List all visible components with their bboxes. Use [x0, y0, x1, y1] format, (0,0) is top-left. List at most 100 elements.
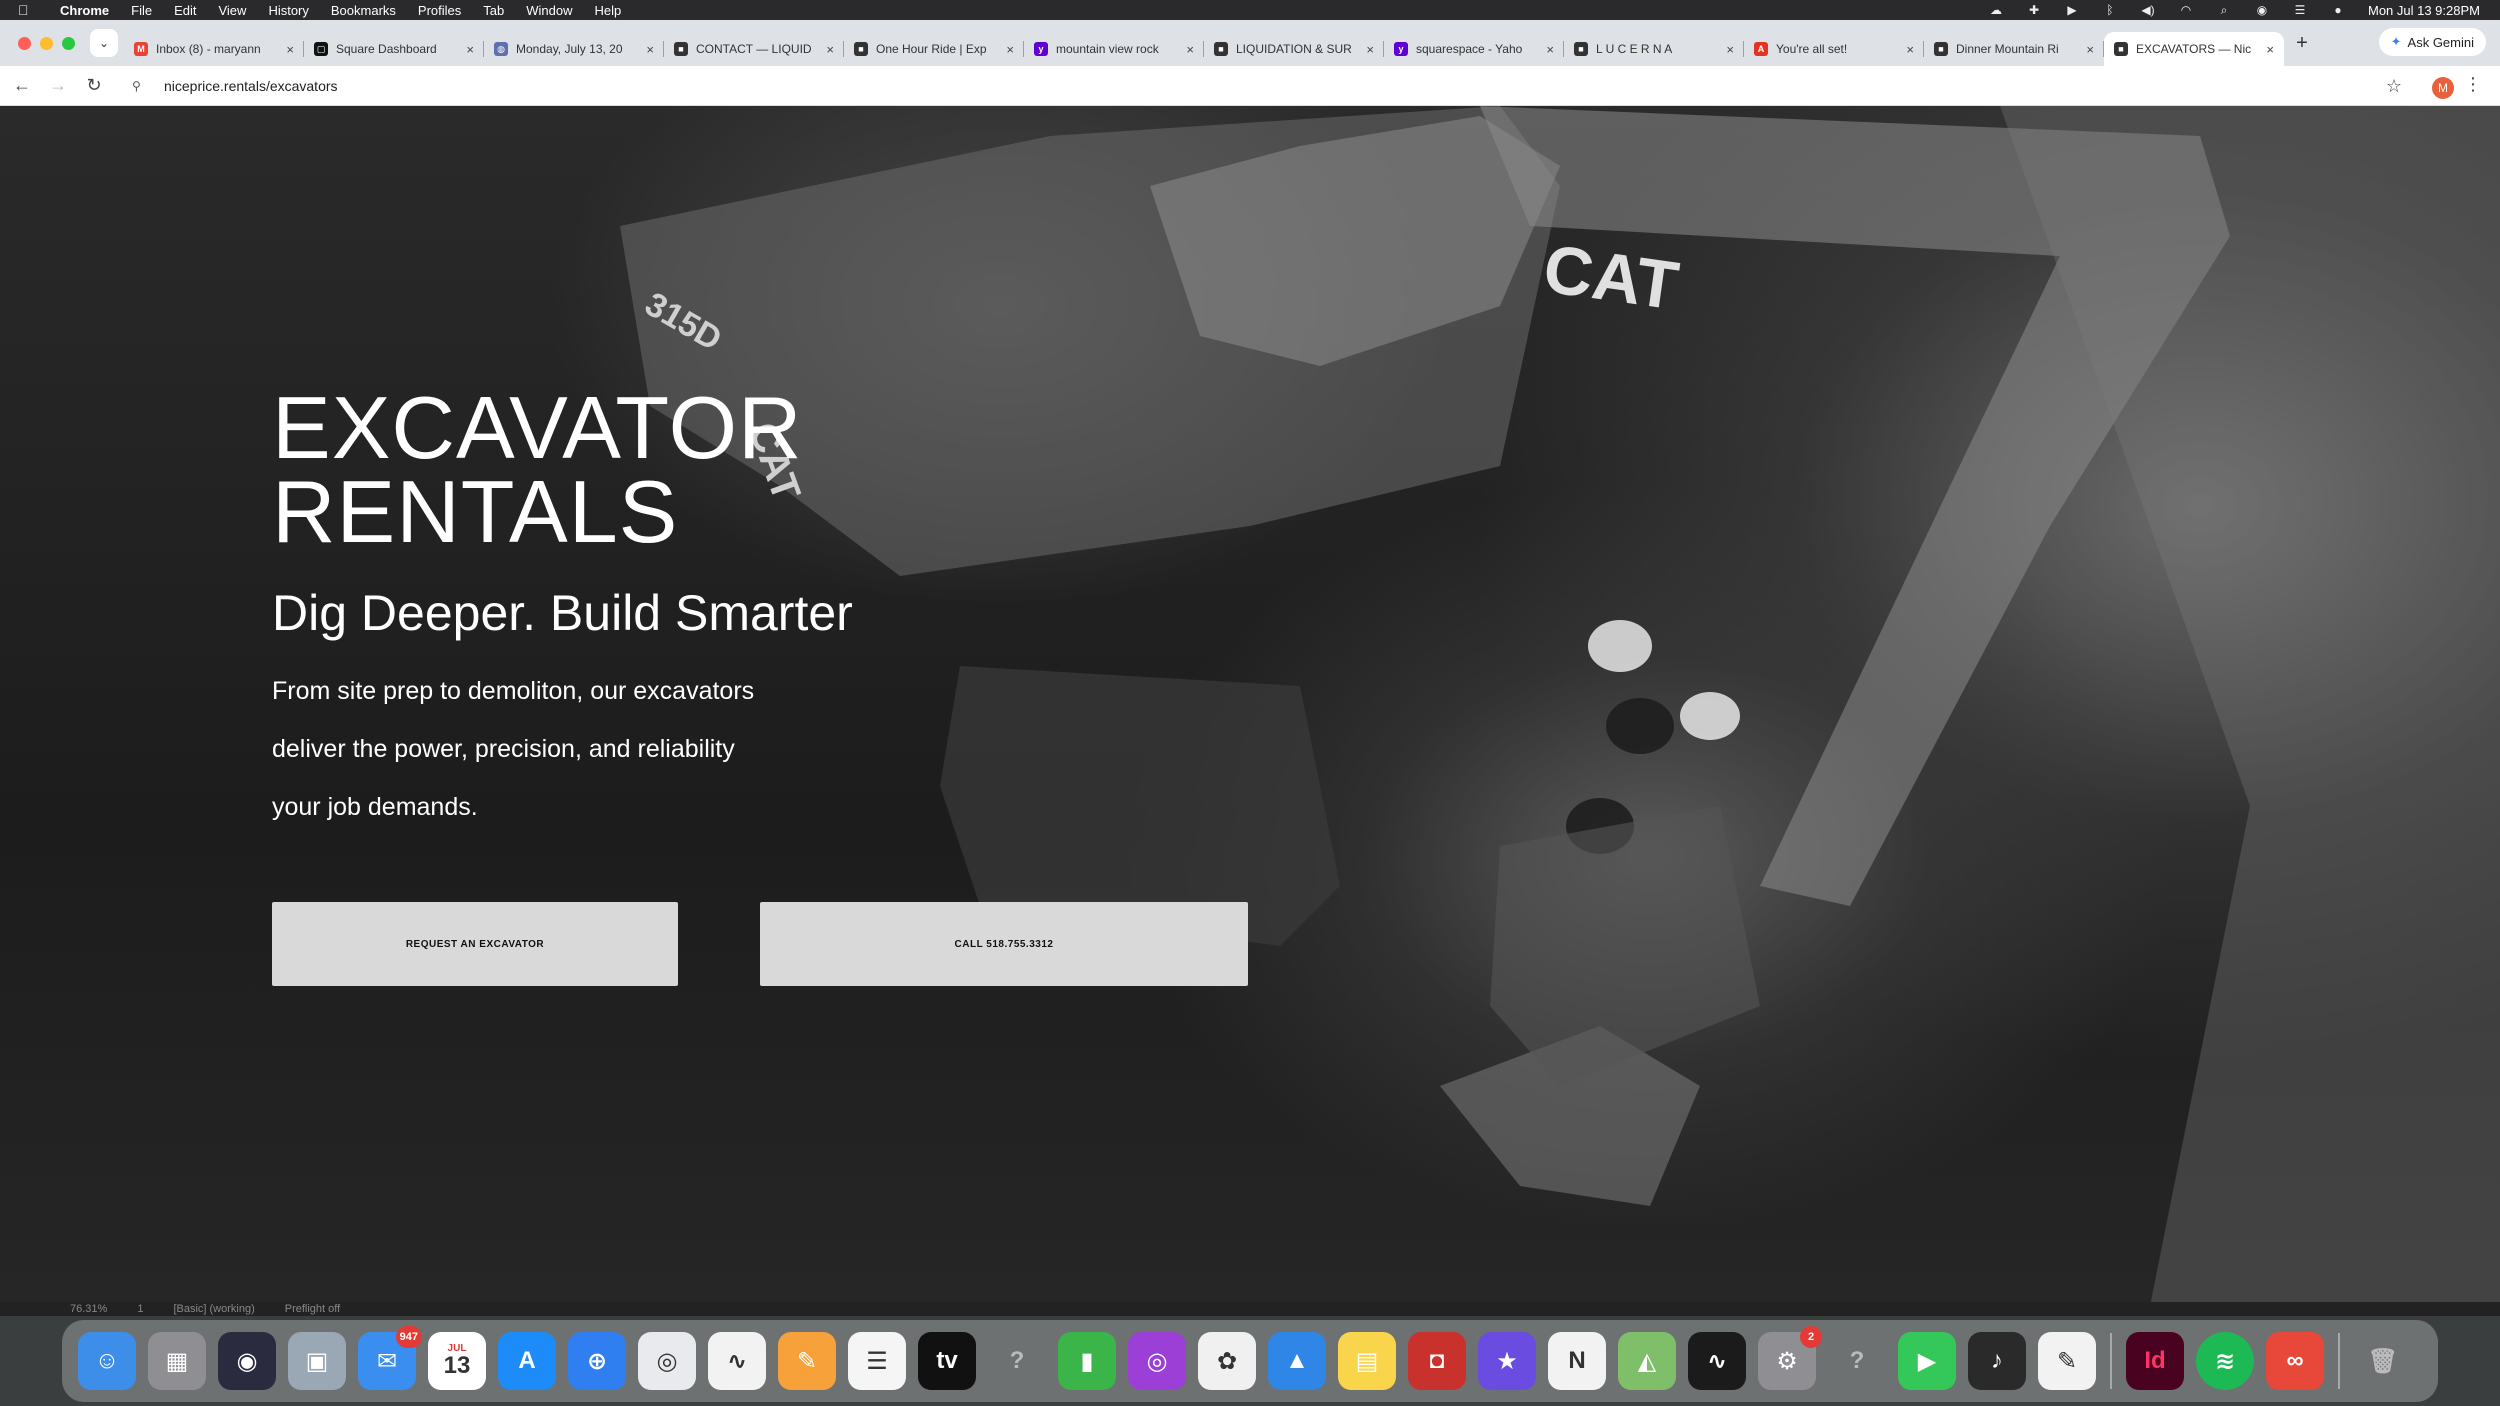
- system-settings-icon[interactable]: ⚙ 2: [1758, 1326, 1822, 1390]
- creative-cloud-icon[interactable]: ∞: [2266, 1332, 2324, 1390]
- browser-menu-icon[interactable]: ⋮: [2464, 74, 2482, 95]
- tab[interactable]: y squarespace - Yaho ×: [1384, 32, 1564, 66]
- photos-icon[interactable]: ✿: [1198, 1332, 1256, 1390]
- zoom-window-button[interactable]: [62, 36, 75, 50]
- news-icon[interactable]: N: [1548, 1332, 1606, 1390]
- tab-close-icon[interactable]: ×: [1186, 42, 1194, 57]
- tab[interactable]: y mountain view rock ×: [1024, 32, 1204, 66]
- address-bar[interactable]: ⚲ niceprice.rentals/excavators: [120, 70, 2450, 102]
- spotlight-search-icon[interactable]: ⌕: [2216, 3, 2232, 17]
- siri-menubar-icon[interactable]: ●: [2330, 3, 2346, 17]
- ask-gemini-button[interactable]: ✦ Ask Gemini: [2378, 28, 2486, 56]
- podcasts-icon[interactable]: ◎: [1128, 1332, 1186, 1390]
- apple-tv-icon[interactable]: tv: [918, 1332, 976, 1390]
- tab[interactable]: ◍ Monday, July 13, 20 ×: [484, 32, 664, 66]
- freeform-icon[interactable]: ∿: [708, 1332, 766, 1390]
- workspace-mode[interactable]: [Basic] (working): [173, 1303, 254, 1315]
- user-switch-icon[interactable]: ◉: [2254, 3, 2270, 17]
- tab-active[interactable]: ■ EXCAVATORS — Nic ×: [2104, 32, 2284, 66]
- garageband-icon[interactable]: ♪: [1968, 1332, 2026, 1390]
- safari-icon[interactable]: ⊕: [568, 1332, 626, 1390]
- bookmark-star-icon[interactable]: ☆: [2386, 76, 2402, 97]
- tab[interactable]: M Inbox (8) - maryann ×: [124, 32, 304, 66]
- notes-icon[interactable]: ▤: [1338, 1332, 1396, 1390]
- zoom-level[interactable]: 76.31%: [70, 1303, 107, 1315]
- tab[interactable]: ▢ Square Dashboard ×: [304, 32, 484, 66]
- keynote-icon[interactable]: ▲: [1268, 1332, 1326, 1390]
- call-phone-button[interactable]: CALL 518.755.3312: [760, 902, 1248, 986]
- menu-app-name[interactable]: Chrome: [60, 3, 109, 18]
- tab-close-icon[interactable]: ×: [2086, 42, 2094, 57]
- mail-icon[interactable]: ✉ 947: [358, 1326, 422, 1390]
- menu-tab[interactable]: Tab: [483, 3, 504, 18]
- page-number[interactable]: 1: [137, 1303, 143, 1315]
- tab-search-button[interactable]: ⌄: [90, 29, 118, 57]
- profile-avatar[interactable]: M: [2432, 77, 2454, 99]
- app-store-icon[interactable]: A: [498, 1332, 556, 1390]
- textedit-icon[interactable]: ✎: [2038, 1332, 2096, 1390]
- site-info-icon[interactable]: ⚲: [132, 79, 152, 93]
- back-button[interactable]: ←: [8, 75, 36, 96]
- unknown-app-icon[interactable]: ?: [988, 1332, 1046, 1390]
- tab-close-icon[interactable]: ×: [1906, 42, 1914, 57]
- numbers-icon[interactable]: ▮: [1058, 1332, 1116, 1390]
- tab-close-icon[interactable]: ×: [466, 42, 474, 57]
- extension-status-icon[interactable]: ✚: [2026, 3, 2042, 17]
- tab-close-icon[interactable]: ×: [2266, 42, 2274, 57]
- spotify-icon[interactable]: ≋: [2196, 1332, 2254, 1390]
- menu-file[interactable]: File: [131, 3, 152, 18]
- minimize-window-button[interactable]: [40, 36, 53, 50]
- menu-view[interactable]: View: [218, 3, 246, 18]
- maps-icon[interactable]: ◭: [1618, 1332, 1676, 1390]
- facetime-icon[interactable]: ▶: [1898, 1332, 1956, 1390]
- finder-icon[interactable]: ☺: [78, 1332, 136, 1390]
- launchpad-icon[interactable]: ▦: [148, 1332, 206, 1390]
- preflight-status[interactable]: Preflight off: [285, 1303, 340, 1315]
- tab-close-icon[interactable]: ×: [646, 42, 654, 57]
- tab-close-icon[interactable]: ×: [1006, 42, 1014, 57]
- close-window-button[interactable]: [18, 36, 31, 50]
- indesign-icon[interactable]: Id: [2126, 1332, 2184, 1390]
- tab-close-icon[interactable]: ×: [1726, 42, 1734, 57]
- menu-bookmarks[interactable]: Bookmarks: [331, 3, 396, 18]
- url-text[interactable]: niceprice.rentals/excavators: [164, 78, 338, 94]
- tab[interactable]: ■ LIQUIDATION & SUR ×: [1204, 32, 1384, 66]
- tab[interactable]: A You're all set! ×: [1744, 32, 1924, 66]
- bluetooth-icon[interactable]: ᛒ: [2102, 3, 2118, 17]
- tab[interactable]: ■ One Hour Ride | Exp ×: [844, 32, 1024, 66]
- menu-edit[interactable]: Edit: [174, 3, 196, 18]
- calendar-icon[interactable]: JUL 13: [428, 1332, 486, 1390]
- activity-monitor-icon[interactable]: ∿: [1688, 1332, 1746, 1390]
- control-center-icon[interactable]: ☰: [2292, 3, 2308, 17]
- menu-window[interactable]: Window: [526, 3, 572, 18]
- unknown-app-icon-2[interactable]: ?: [1828, 1332, 1886, 1390]
- tab-close-icon[interactable]: ×: [826, 42, 834, 57]
- tab-close-icon[interactable]: ×: [1546, 42, 1554, 57]
- request-excavator-button[interactable]: REQUEST AN EXCAVATOR: [272, 902, 678, 986]
- siri-icon[interactable]: ◉: [218, 1332, 276, 1390]
- menu-help[interactable]: Help: [595, 3, 622, 18]
- menubar-clock[interactable]: Mon Jul 13 9:28PM: [2368, 3, 2480, 18]
- menu-history[interactable]: History: [268, 3, 308, 18]
- forward-button[interactable]: →: [44, 75, 72, 96]
- menu-profiles[interactable]: Profiles: [418, 3, 461, 18]
- new-tab-button[interactable]: +: [2288, 32, 2316, 55]
- preview-icon[interactable]: ▣: [288, 1332, 346, 1390]
- wifi-icon[interactable]: ◠: [2178, 3, 2194, 17]
- creative-cloud-status-icon[interactable]: ☁: [1988, 3, 2004, 17]
- reminders-icon[interactable]: ☰: [848, 1332, 906, 1390]
- chrome-icon[interactable]: ◎: [638, 1332, 696, 1390]
- play-status-icon[interactable]: ▶: [2064, 3, 2080, 17]
- apple-menu-icon[interactable]: : [18, 2, 34, 18]
- photo-booth-icon[interactable]: ◘: [1408, 1332, 1466, 1390]
- imovie-icon[interactable]: ★: [1478, 1332, 1536, 1390]
- reload-button[interactable]: ↻: [80, 75, 108, 96]
- trash-icon[interactable]: 🗑: [2354, 1332, 2412, 1390]
- tab-close-icon[interactable]: ×: [1366, 42, 1374, 57]
- tab-close-icon[interactable]: ×: [286, 42, 294, 57]
- tab[interactable]: ■ CONTACT — LIQUID ×: [664, 32, 844, 66]
- pages-icon[interactable]: ✎: [778, 1332, 836, 1390]
- volume-icon[interactable]: ◀): [2140, 3, 2156, 17]
- tab[interactable]: ■ Dinner Mountain Ri ×: [1924, 32, 2104, 66]
- tab[interactable]: ■ L U C E R N A ×: [1564, 32, 1744, 66]
